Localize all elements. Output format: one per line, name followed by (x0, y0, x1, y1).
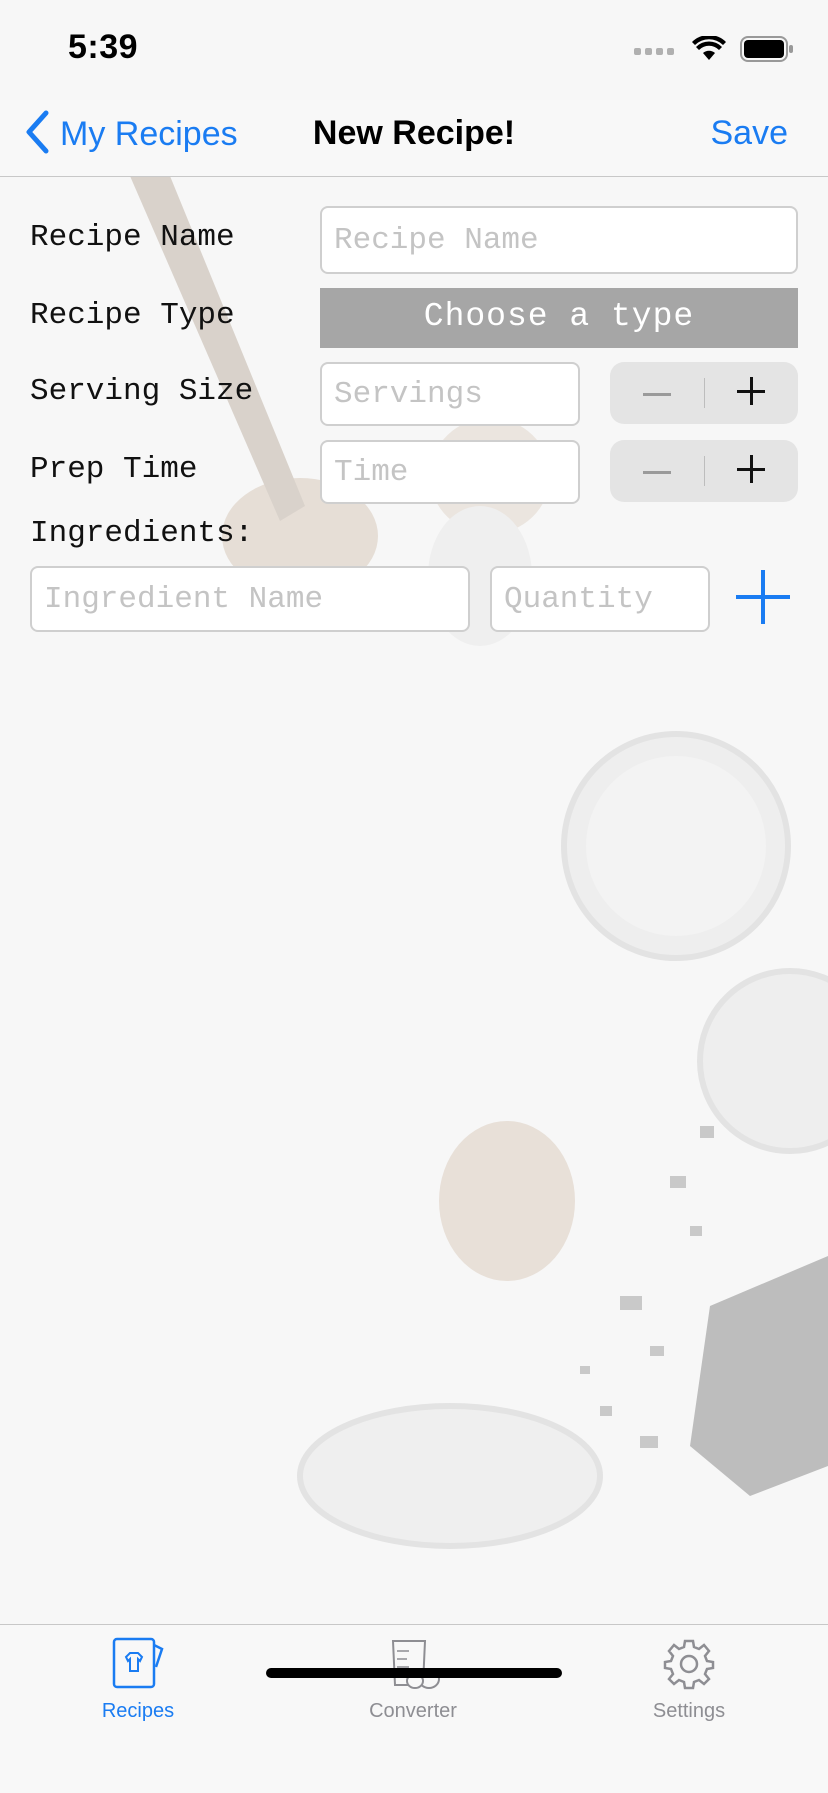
prep-time-label: Prep Time (30, 452, 198, 487)
signal-icon (634, 42, 678, 61)
prep-time-stepper (610, 440, 798, 502)
tab-recipes[interactable]: Recipes (38, 1637, 238, 1723)
tab-converter[interactable]: Converter (313, 1637, 513, 1723)
plus-icon (737, 376, 766, 410)
ingredients-label: Ingredients: (30, 516, 254, 551)
measuring-cup-icon (385, 1640, 441, 1695)
battery-icon (740, 36, 794, 67)
servings-decrement-button[interactable] (610, 362, 704, 424)
servings-input[interactable] (320, 362, 580, 426)
prep-time-input[interactable] (320, 440, 580, 504)
status-icons (634, 34, 794, 67)
prep-time-decrement-button[interactable] (610, 440, 704, 502)
plus-icon (734, 570, 792, 630)
navigation-bar: My Recipes New Recipe! Save (0, 100, 828, 177)
prep-time-increment-button[interactable] (705, 440, 799, 502)
choose-type-button[interactable]: Choose a type (320, 288, 798, 348)
serving-size-label: Serving Size (30, 374, 254, 409)
tab-settings[interactable]: Settings (589, 1637, 789, 1723)
tab-recipes-label: Recipes (101, 1700, 175, 1722)
home-indicator (266, 1668, 562, 1678)
recipe-type-label: Recipe Type (30, 298, 235, 333)
add-ingredient-button[interactable] (734, 568, 792, 626)
ingredient-name-input[interactable] (30, 566, 470, 632)
back-button[interactable]: My Recipes (24, 110, 238, 159)
recipe-name-input[interactable] (320, 206, 798, 274)
ingredient-quantity-input[interactable] (490, 566, 710, 632)
status-time: 5:39 (68, 28, 139, 66)
minus-icon (642, 384, 671, 402)
servings-stepper (610, 362, 798, 424)
plus-icon (737, 454, 766, 488)
status-bar: 5:39 (0, 0, 828, 100)
save-button[interactable]: Save (711, 114, 789, 153)
back-button-label: My Recipes (60, 115, 238, 153)
minus-icon (642, 462, 671, 480)
recipe-name-label: Recipe Name (30, 220, 235, 255)
tab-converter-label: Converter (369, 1700, 457, 1722)
servings-increment-button[interactable] (705, 362, 799, 424)
tab-settings-label: Settings (652, 1700, 726, 1722)
wifi-icon (692, 34, 726, 67)
gear-icon (661, 1639, 717, 1695)
tab-bar: Recipes Converter Settings (0, 1624, 828, 1793)
chevron-left-icon (24, 110, 50, 159)
recipe-book-icon (110, 1637, 166, 1695)
